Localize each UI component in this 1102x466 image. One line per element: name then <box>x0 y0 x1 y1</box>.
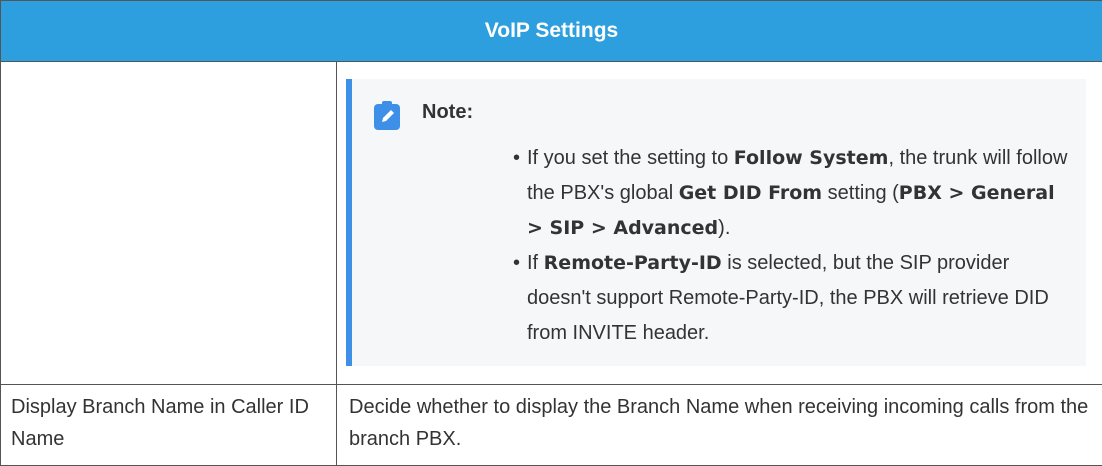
table-header: VoIP Settings <box>1 1 1102 62</box>
table-row: Note: If you set the setting to Follow S… <box>1 62 1102 385</box>
setting-description: Decide whether to display the Branch Nam… <box>337 385 1102 455</box>
table-row: Display Branch Name in Caller ID Name De… <box>1 385 1102 466</box>
setting-description-cell: Decide whether to display the Branch Nam… <box>337 385 1102 466</box>
note-box: Note: If you set the setting to Follow S… <box>346 79 1086 366</box>
voip-settings-table: VoIP Settings Note: If you set the setti… <box>0 0 1102 466</box>
note-list: If you set the setting to Follow System,… <box>513 141 1073 351</box>
note-bullet: If you set the setting to Follow System,… <box>513 141 1073 246</box>
note-cell: Note: If you set the setting to Follow S… <box>337 62 1102 385</box>
note-title: Note: <box>422 99 473 125</box>
pencil-note-icon <box>374 101 400 130</box>
setting-label-cell: Display Branch Name in Caller ID Name <box>1 385 337 466</box>
note-bullet: If Remote-Party-ID is selected, but the … <box>513 246 1073 351</box>
setting-label: Display Branch Name in Caller ID Name <box>1 385 336 455</box>
empty-label-cell <box>1 62 337 385</box>
